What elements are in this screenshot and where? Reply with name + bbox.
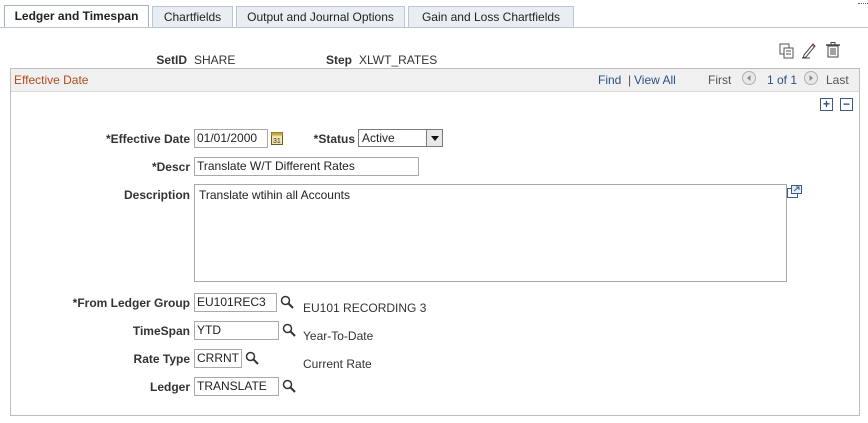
chevron-right-icon bbox=[809, 75, 813, 81]
edit-icon[interactable] bbox=[801, 42, 817, 59]
svg-text:31: 31 bbox=[273, 138, 281, 145]
descr-label: *Descr bbox=[151, 160, 190, 174]
status-label: *Status bbox=[313, 132, 355, 146]
status-selected-value: Active bbox=[362, 131, 395, 145]
tab-bar: Ledger and Timespan Chartfields Output a… bbox=[0, 0, 868, 29]
rate-type-description: Current Rate bbox=[303, 357, 372, 371]
last-label: Last bbox=[826, 73, 849, 87]
effective-date-title: Effective Date bbox=[14, 73, 89, 87]
corner-mark bbox=[858, 0, 868, 4]
effective-date-input[interactable]: 01/01/2000 bbox=[194, 129, 268, 148]
from-ledger-group-label: *From Ledger Group bbox=[72, 296, 190, 310]
previous-button[interactable] bbox=[742, 71, 756, 85]
step-value: XLWT_RATES bbox=[359, 53, 438, 67]
nav-separator: | bbox=[628, 73, 632, 87]
setid-label: SetID bbox=[156, 53, 187, 67]
next-button[interactable] bbox=[804, 71, 818, 85]
first-label: First bbox=[708, 73, 732, 87]
timespan-label: TimeSpan bbox=[132, 324, 190, 338]
from-ledger-group-description: EU101 RECORDING 3 bbox=[303, 301, 427, 315]
search-icon[interactable] bbox=[282, 323, 296, 337]
view-all-link[interactable]: View All bbox=[634, 73, 676, 87]
rate-type-label: Rate Type bbox=[133, 352, 190, 366]
timespan-description: Year-To-Date bbox=[303, 329, 374, 343]
add-row-button[interactable]: + bbox=[820, 98, 833, 111]
setid-value: SHARE bbox=[194, 53, 236, 67]
chevron-left-icon bbox=[747, 75, 751, 81]
from-ledger-group-input[interactable]: EU101REC3 bbox=[194, 293, 277, 312]
delete-row-button[interactable]: − bbox=[840, 98, 853, 111]
description-textarea[interactable]: Translate wtihin all Accounts bbox=[194, 184, 787, 282]
effective-date-header-bar bbox=[11, 69, 859, 92]
description-label: Description bbox=[123, 188, 190, 202]
search-icon[interactable] bbox=[280, 295, 294, 309]
tab-ledger-and-timespan[interactable]: Ledger and Timespan bbox=[4, 5, 149, 29]
descr-input[interactable]: Translate W/T Different Rates bbox=[194, 157, 419, 176]
tab-chartfields[interactable]: Chartfields bbox=[152, 6, 233, 27]
tab-gain-and-loss-chartfields[interactable]: Gain and Loss Chartfields bbox=[408, 6, 574, 27]
ledger-label: Ledger bbox=[149, 380, 190, 394]
status-select[interactable]: Active bbox=[358, 129, 443, 147]
expand-textarea-icon[interactable] bbox=[787, 185, 802, 198]
search-icon[interactable] bbox=[245, 351, 259, 365]
step-label: Step bbox=[325, 53, 352, 67]
delete-icon[interactable] bbox=[826, 42, 840, 58]
copy-icon[interactable] bbox=[779, 43, 795, 59]
page-info: 1 of 1 bbox=[767, 73, 798, 87]
tab-baseline bbox=[0, 27, 868, 28]
calendar-icon[interactable]: 31 bbox=[271, 131, 284, 146]
tab-output-and-journal-options[interactable]: Output and Journal Options bbox=[236, 6, 405, 27]
chevron-down-icon bbox=[426, 130, 442, 146]
effective-date-label: *Effective Date bbox=[105, 132, 190, 146]
timespan-input[interactable]: YTD bbox=[194, 321, 279, 340]
rate-type-input[interactable]: CRRNT bbox=[194, 349, 242, 368]
find-link[interactable]: Find bbox=[598, 73, 621, 87]
ledger-input[interactable]: TRANSLATE bbox=[194, 377, 279, 396]
search-icon[interactable] bbox=[282, 379, 296, 393]
